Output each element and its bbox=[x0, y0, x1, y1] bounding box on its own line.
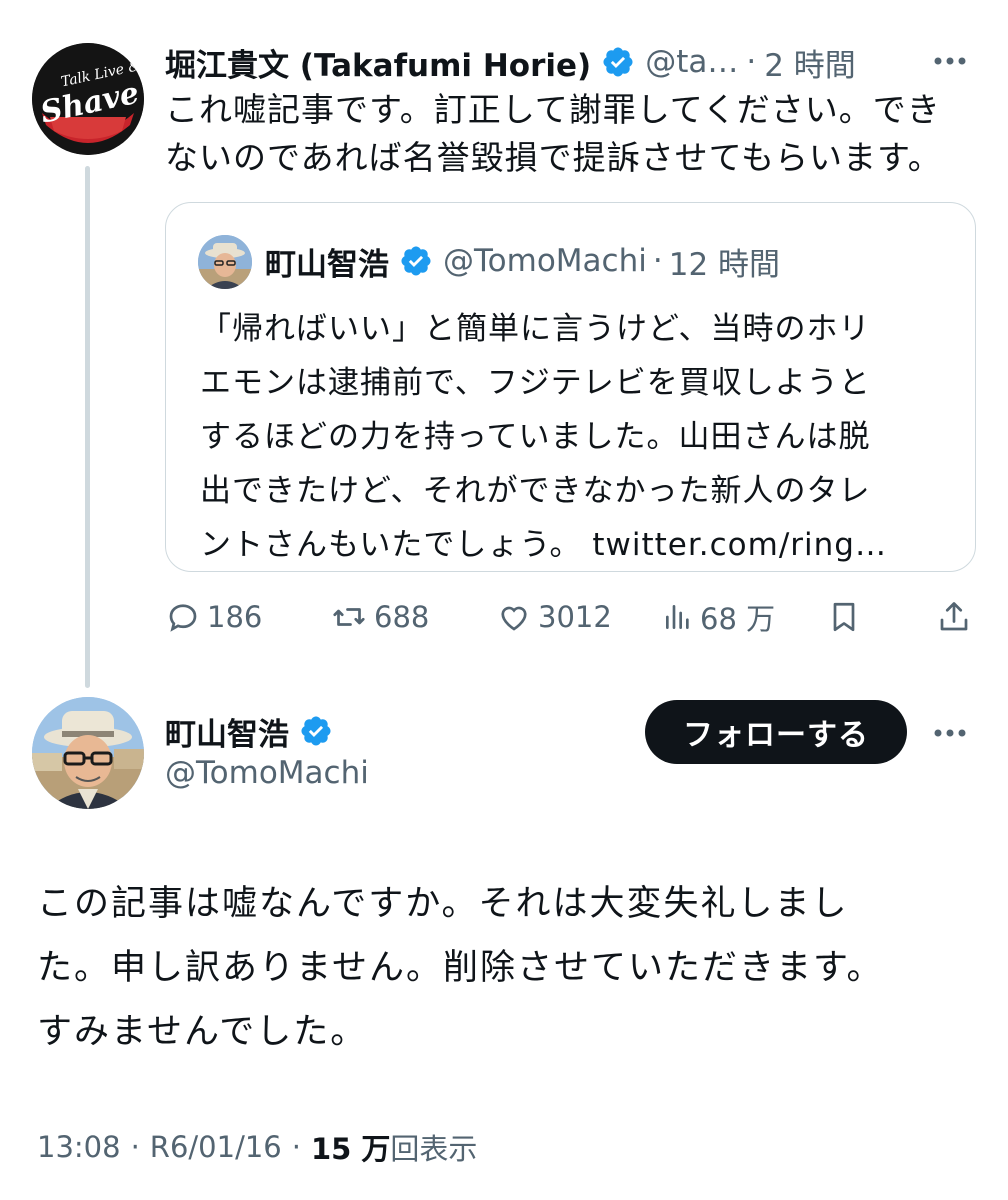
horie-avatar[interactable]: Talk Live & R Shave bbox=[32, 43, 144, 155]
tweet2-view-label: 回表示 bbox=[390, 1132, 478, 1166]
separator-dot: · bbox=[291, 1130, 301, 1164]
follow-button[interactable]: フォローする bbox=[645, 700, 907, 764]
thread-connector-line bbox=[85, 166, 90, 688]
quote-text: 「帰ればいい」と簡単に言うけど、当時のホリ エモンは逮捕前で、フジテレビを買収し… bbox=[200, 302, 960, 572]
share-button[interactable] bbox=[936, 594, 978, 640]
quote-text-line: するほどの力を持っていました。山田さんは脱 bbox=[200, 419, 871, 455]
tweet1-header: 堀江貴文 (Takafumi Horie) @ta… · 2 時間 bbox=[165, 40, 856, 84]
verified-badge-icon bbox=[603, 47, 633, 77]
tweet2-text-line: この記事は嘘なんですか。それは大変失礼しまし bbox=[37, 884, 849, 924]
tweet1-author-handle[interactable]: @ta… bbox=[645, 44, 738, 80]
more-icon[interactable] bbox=[930, 46, 970, 76]
quote-author-name[interactable]: 町山智浩 bbox=[265, 239, 389, 284]
quote-text-line: エモンは逮捕前で、フジテレビを買収しようと bbox=[200, 365, 871, 401]
views-count: 68 万 bbox=[700, 602, 776, 636]
verified-badge-icon bbox=[301, 716, 331, 746]
quote-text-line: 「帰ればいい」と簡単に言うけど、当時のホリ bbox=[200, 311, 871, 347]
quote-text-line: ントさんもいたでしょう。 twitter.com/ring… bbox=[200, 527, 887, 563]
tweet2-text-line: た。申し訳ありません。削除させていただきます。 bbox=[37, 948, 884, 988]
bookmark-button[interactable] bbox=[826, 594, 868, 640]
reply-icon bbox=[169, 604, 197, 632]
reply-button[interactable]: 186 bbox=[165, 594, 262, 640]
like-count: 3012 bbox=[538, 600, 612, 634]
machiyama-avatar[interactable] bbox=[32, 697, 144, 809]
quote-header: 町山智浩 @TomoMachi · 12 時間 bbox=[265, 238, 780, 284]
tweet2-meta: 13:08 · R6/01/16 · 15 万 回表示 bbox=[37, 1124, 477, 1170]
reply-count: 186 bbox=[207, 600, 263, 634]
quote-author-handle[interactable]: @TomoMachi bbox=[443, 243, 647, 279]
separator-dot: · bbox=[746, 44, 757, 80]
shave-logo-icon: Talk Live & R Shave bbox=[32, 43, 144, 155]
tweet2-author-handle[interactable]: @TomoMachi bbox=[165, 755, 369, 791]
tweet2-text-line: すみませんでした。 bbox=[37, 1012, 368, 1052]
tweet2-text: この記事は嘘なんですか。それは大変失礼しまし た。申し訳ありません。削除させてい… bbox=[37, 872, 977, 1064]
retweet-count: 688 bbox=[374, 600, 430, 634]
tweet1-text-line: これ嘘記事です。訂正して謝罪してください。でき bbox=[165, 90, 941, 129]
like-button[interactable]: 3012 bbox=[496, 594, 612, 640]
quote-text-line: 出できたけど、それができなかった新人のタレ bbox=[200, 473, 871, 509]
bookmark-icon bbox=[833, 602, 855, 632]
tweet2-time[interactable]: 13:08 bbox=[37, 1130, 121, 1164]
like-icon bbox=[501, 606, 527, 631]
share-icon bbox=[940, 602, 968, 631]
views-button[interactable]: 68 万 bbox=[662, 594, 775, 640]
tweet2-date[interactable]: R6/01/16 bbox=[150, 1130, 282, 1164]
more-icon[interactable] bbox=[930, 718, 970, 748]
quote-time: 12 時間 bbox=[668, 246, 781, 283]
tweet1-author-name[interactable]: 堀江貴文 (Takafumi Horie) bbox=[165, 40, 591, 85]
verified-badge-icon bbox=[401, 246, 431, 276]
machiyama-avatar-small bbox=[198, 235, 252, 289]
views-icon bbox=[666, 605, 689, 629]
retweet-icon bbox=[333, 608, 365, 626]
separator-dot: · bbox=[130, 1130, 140, 1164]
tweet2-author-name[interactable]: 町山智浩 bbox=[165, 709, 289, 754]
tweet2-view-count: 15 万 bbox=[310, 1132, 391, 1166]
tweet1-time[interactable]: 2 時間 bbox=[764, 40, 856, 85]
retweet-button[interactable]: 688 bbox=[330, 594, 429, 640]
separator-dot: · bbox=[652, 243, 663, 279]
tweet1-text-line: ないのであれば名誉毀損で提訴させてもらいます。 bbox=[165, 138, 942, 177]
tweet1-text: これ嘘記事です。訂正して謝罪してください。でき ないのであれば名誉毀損で提訴させ… bbox=[165, 86, 985, 182]
tweet2-name-row: 町山智浩 bbox=[165, 708, 343, 754]
